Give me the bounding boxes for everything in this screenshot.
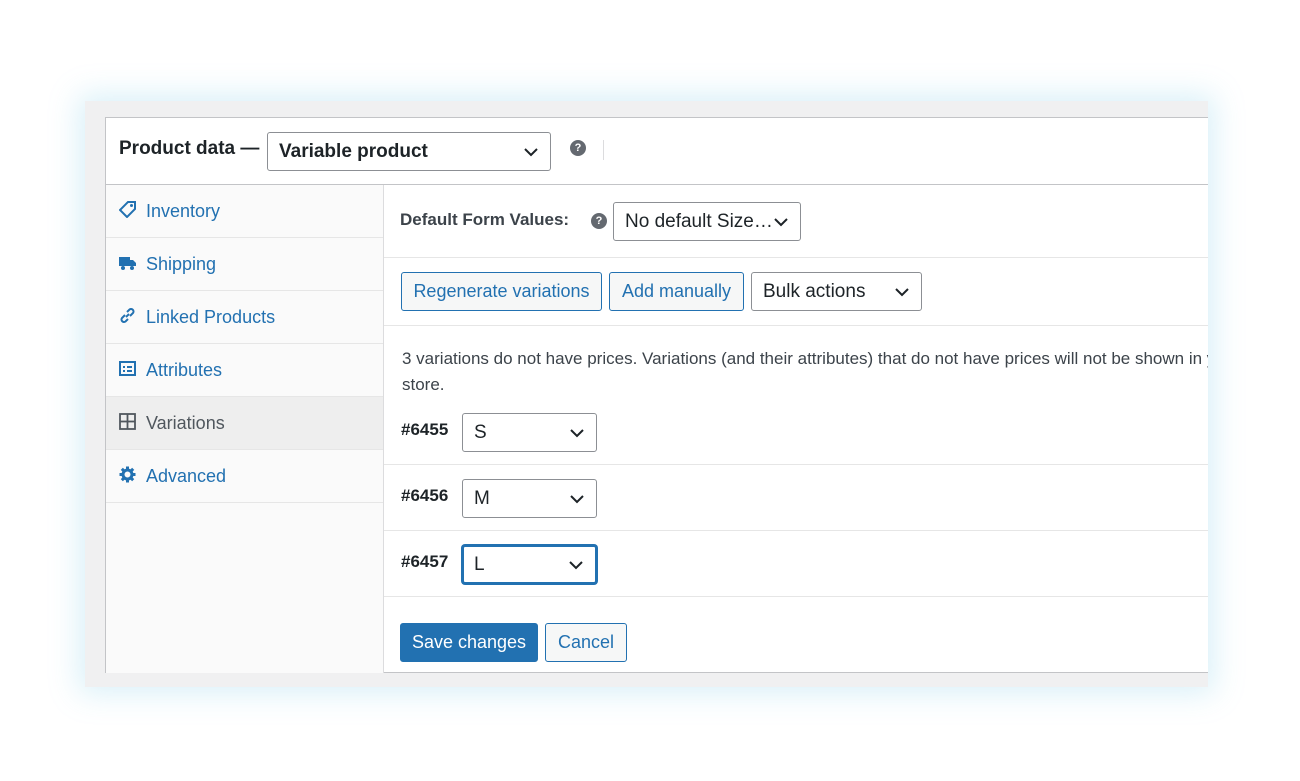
tab-shipping[interactable]: Shipping [106,238,383,291]
variation-size-select[interactable]: M [462,479,597,518]
variation-id: #6456 [401,486,449,505]
chevron-down-icon [774,217,788,226]
default-form-label: Default Form Values: [400,210,570,229]
add-manually-button[interactable]: Add manually [609,272,744,311]
default-form-row: Default Form Values: ? No default Size… [384,185,1208,258]
product-data-frame: Product data — Variable product ? Invent… [85,101,1208,687]
tab-inventory[interactable]: Inventory [106,185,383,238]
variation-size-value: M [474,487,490,509]
tab-advanced-label: Advanced [146,466,227,486]
tab-variations[interactable]: Variations [106,397,383,450]
chevron-down-icon [569,560,583,569]
product-type-select[interactable]: Variable product [267,132,551,171]
chevron-down-icon [570,428,584,437]
help-icon[interactable]: ? [570,140,586,156]
variations-panel: Default Form Values: ? No default Size… … [384,185,1208,673]
product-data-tabs: Inventory Shipping Linked Products Attri… [106,185,384,673]
product-data-panel: Product data — Variable product ? Invent… [105,117,1208,673]
variation-id: #6457 [401,552,449,571]
tab-shipping-label: Shipping [146,254,217,274]
tab-attributes[interactable]: Attributes [106,344,383,397]
variation-size-value: S [474,421,487,443]
missing-prices-notice: 3 variations do not have prices. Variati… [402,346,1208,398]
variation-size-value: L [474,553,485,575]
variation-id: #6455 [401,420,449,439]
tab-variations-label: Variations [146,413,225,433]
regenerate-variations-button[interactable]: Regenerate variations [401,272,602,311]
bulk-actions-select[interactable]: Bulk actions [751,272,922,311]
truck-icon [119,257,136,270]
chevron-down-icon [524,147,538,156]
chevron-down-icon [570,494,584,503]
variation-size-select[interactable]: L [462,545,597,584]
tab-advanced[interactable]: Advanced [106,450,383,503]
list-icon [119,361,136,376]
product-type-value: Variable product [279,140,428,162]
header-divider [603,140,604,160]
notice-line-2: store. [402,375,445,394]
variation-row: #6457 L [384,531,1208,597]
tab-linked-products-label: Linked Products [146,307,276,327]
grid-icon [119,413,136,430]
help-icon[interactable]: ? [591,213,607,229]
variation-row: #6455 S [384,399,1208,465]
save-changes-button[interactable]: Save changes [400,623,538,662]
tag-icon [119,201,136,218]
gear-icon [119,466,136,483]
variation-row: #6456 M [384,465,1208,531]
product-data-title: Product data — [119,138,260,159]
tab-linked-products[interactable]: Linked Products [106,291,383,344]
variation-actions-row: Regenerate variations Add manually Bulk … [384,258,1208,326]
link-icon [120,308,135,323]
default-size-value: No default Size… [625,210,773,232]
product-data-header: Product data — Variable product ? [106,118,1208,185]
variation-size-select[interactable]: S [462,413,597,452]
tab-attributes-label: Attributes [146,360,223,380]
default-size-select[interactable]: No default Size… [613,202,801,241]
cancel-button[interactable]: Cancel [545,623,627,662]
bulk-actions-value: Bulk actions [763,280,866,302]
tab-inventory-label: Inventory [146,201,221,221]
chevron-down-icon [895,287,909,296]
notice-line-1: 3 variations do not have prices. Variati… [402,349,1208,368]
